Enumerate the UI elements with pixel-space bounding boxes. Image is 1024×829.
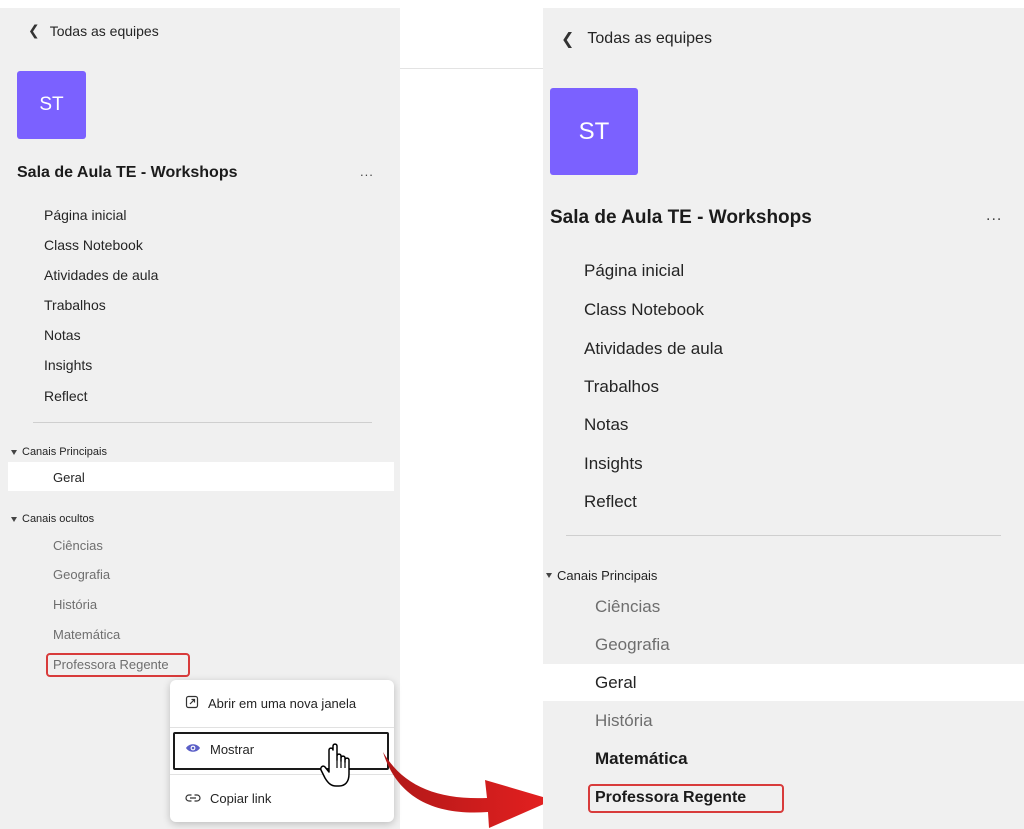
channel-matematica[interactable]: Matemática — [53, 627, 120, 642]
highlight-box — [588, 784, 784, 813]
nav-atividades[interactable]: Atividades de aula — [584, 339, 723, 359]
caret-down-icon — [11, 516, 17, 522]
menu-item-copiar-link[interactable]: Copiar link — [185, 791, 271, 806]
section-canais-principais[interactable]: Canais Principais — [11, 446, 107, 458]
team-name: Sala de Aula TE - Workshops — [550, 207, 812, 228]
team-avatar[interactable]: ST — [17, 71, 86, 139]
channel-ciencias[interactable]: Ciências — [595, 597, 660, 617]
highlight-box — [46, 653, 190, 677]
team-avatar[interactable]: ST — [550, 88, 638, 175]
menu-separator — [170, 774, 394, 775]
nav-trabalhos[interactable]: Trabalhos — [584, 377, 659, 397]
section-label: Canais Principais — [22, 446, 107, 458]
section-canais-ocultos[interactable]: Canais ocultos — [11, 513, 94, 525]
channel-historia[interactable]: História — [53, 597, 97, 612]
nav-divider — [566, 535, 1001, 536]
nav-atividades[interactable]: Atividades de aula — [44, 267, 158, 283]
more-options-button[interactable]: ... — [360, 164, 374, 179]
channel-ciencias[interactable]: Ciências — [53, 538, 103, 553]
nav-pagina-inicial[interactable]: Página inicial — [44, 207, 127, 223]
avatar-initials: ST — [578, 117, 610, 145]
link-icon — [185, 791, 201, 806]
team-name: Sala de Aula TE - Workshops — [17, 164, 238, 181]
more-options-button[interactable]: ... — [986, 207, 1002, 225]
section-label: Canais ocultos — [22, 513, 95, 525]
hand-pointer-icon — [320, 743, 350, 787]
nav-notas[interactable]: Notas — [44, 327, 81, 343]
menu-item-label: Abrir em uma nova janela — [208, 696, 357, 711]
context-menu: Abrir em uma nova janela Mostrar Copiar … — [170, 680, 394, 822]
menu-item-mostrar[interactable]: Mostrar — [185, 742, 254, 757]
channel-geografia[interactable]: Geografia — [595, 635, 670, 655]
back-label: Todas as equipes — [587, 30, 712, 47]
menu-item-label: Copiar link — [210, 791, 272, 806]
channel-geral[interactable]: Geral — [595, 673, 637, 693]
back-label: Todas as equipes — [49, 22, 159, 39]
back-to-teams-link[interactable]: ❮ Todas as equipes — [561, 29, 712, 49]
chevron-left-icon: ❮ — [28, 22, 40, 38]
menu-item-label: Mostrar — [210, 742, 255, 757]
menu-item-open-new-window[interactable]: Abrir em uma nova janela — [185, 695, 356, 712]
menu-separator — [170, 727, 394, 728]
nav-trabalhos[interactable]: Trabalhos — [44, 297, 106, 313]
back-to-teams-link[interactable]: ❮ Todas as equipes — [28, 22, 159, 39]
nav-reflect[interactable]: Reflect — [44, 388, 88, 404]
channel-matematica[interactable]: Matemática — [595, 749, 688, 769]
channel-geral[interactable]: Geral — [53, 470, 85, 485]
channel-geografia[interactable]: Geografia — [53, 567, 110, 582]
nav-class-notebook[interactable]: Class Notebook — [584, 300, 704, 320]
nav-pagina-inicial[interactable]: Página inicial — [584, 261, 684, 281]
nav-divider — [33, 422, 372, 423]
channel-historia[interactable]: História — [595, 711, 653, 731]
nav-insights[interactable]: Insights — [44, 357, 92, 373]
header-divider — [400, 68, 543, 69]
section-canais-principais[interactable]: Canais Principais — [546, 568, 657, 583]
nav-class-notebook[interactable]: Class Notebook — [44, 237, 143, 253]
eye-icon — [185, 742, 201, 757]
chevron-left-icon: ❮ — [561, 31, 575, 48]
nav-insights[interactable]: Insights — [584, 454, 643, 474]
nav-reflect[interactable]: Reflect — [584, 492, 637, 512]
caret-down-icon — [546, 573, 552, 578]
open-new-window-icon — [185, 695, 199, 712]
caret-down-icon — [11, 449, 17, 455]
nav-notas[interactable]: Notas — [584, 415, 628, 435]
avatar-initials: ST — [39, 94, 64, 115]
section-label: Canais Principais — [557, 568, 658, 583]
